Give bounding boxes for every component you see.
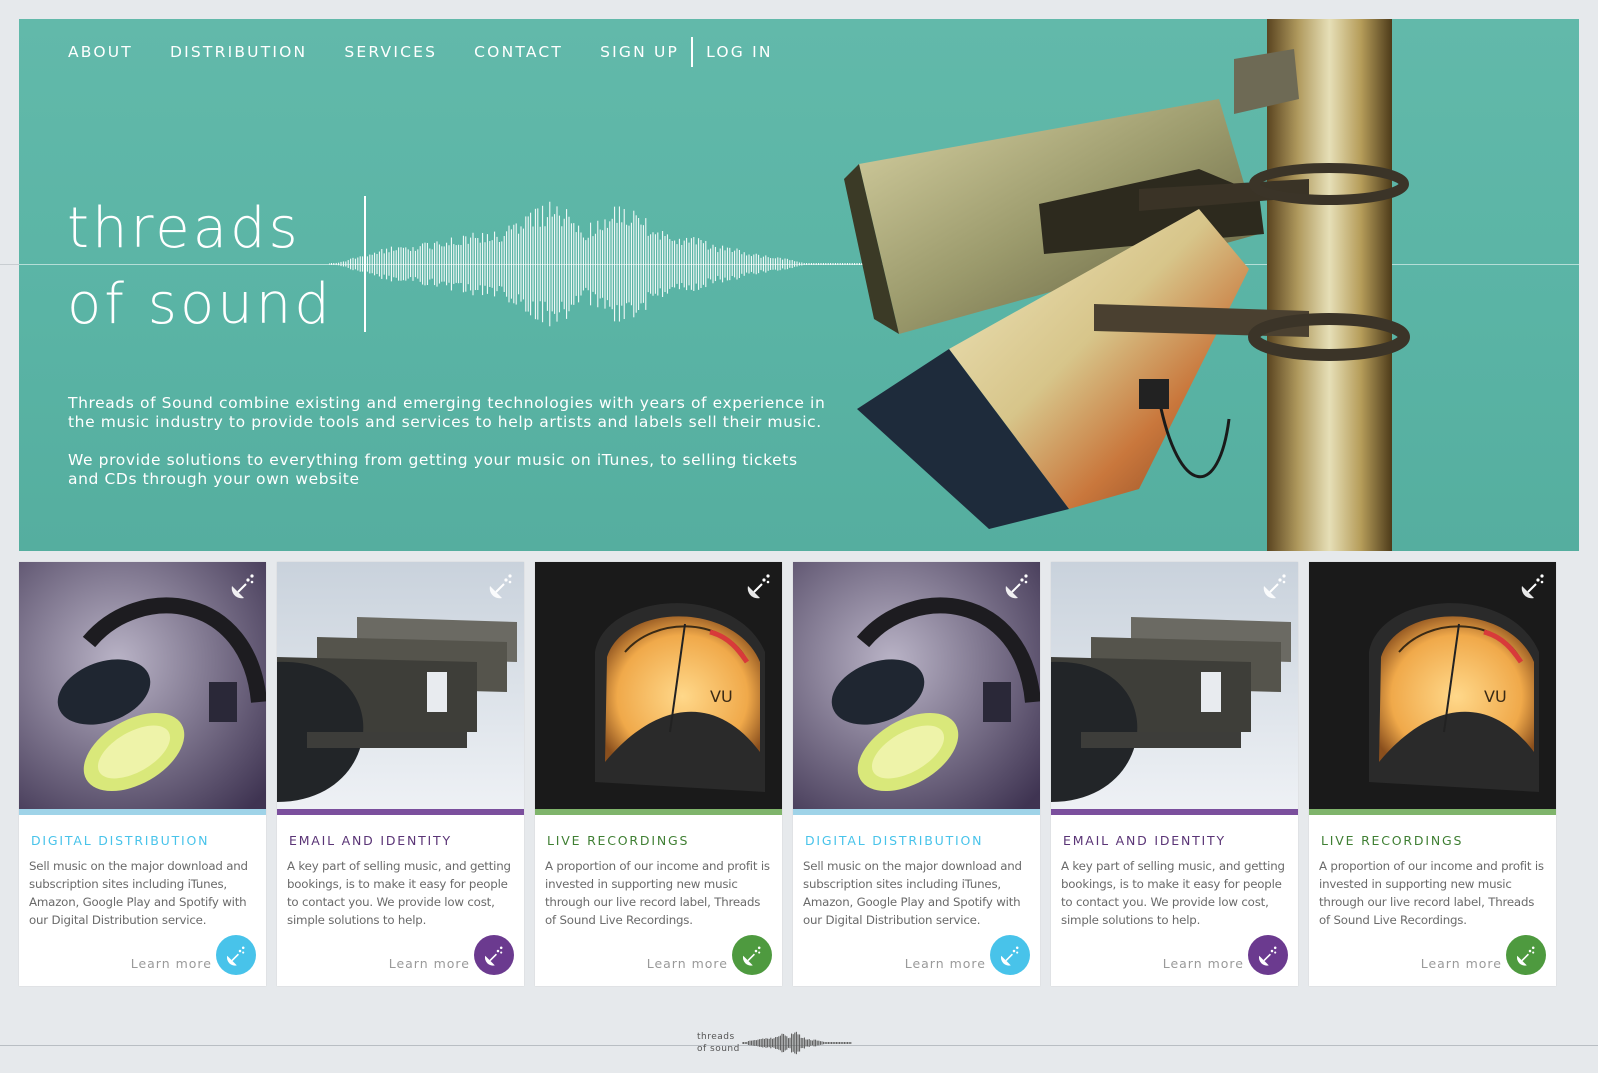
satellite-dish-icon xyxy=(231,574,254,599)
learn-more-button[interactable] xyxy=(1248,935,1288,975)
satellite-dish-icon xyxy=(1000,946,1019,966)
card-title: EMAIL AND IDENTITY xyxy=(289,833,452,848)
card-accent-bar xyxy=(535,809,782,815)
satellite-dish-icon xyxy=(1263,574,1286,599)
card-accent-bar xyxy=(1309,809,1556,815)
nav-contact[interactable]: CONTACT xyxy=(474,43,563,61)
card-description: A proportion of our income and profit is… xyxy=(1319,859,1544,927)
learn-more-button[interactable] xyxy=(216,935,256,975)
service-card: VU LIVE RECORDINGS A proportion of our i… xyxy=(1309,562,1556,986)
footer-logo-line-1: threads xyxy=(697,1032,735,1042)
svg-text:VU: VU xyxy=(710,687,733,706)
card-title: LIVE RECORDINGS xyxy=(547,833,690,848)
hero-intro: Threads of Sound combine existing and em… xyxy=(68,394,828,508)
learn-more-button[interactable] xyxy=(732,935,772,975)
service-card: DIGITAL DISTRIBUTION Sell music on the m… xyxy=(793,562,1040,986)
learn-more-link[interactable]: Learn more xyxy=(1163,956,1244,971)
card-accent-bar xyxy=(19,809,266,815)
card-description: Sell music on the major download and sub… xyxy=(29,859,248,927)
satellite-dish-icon xyxy=(489,574,512,599)
card-accent-bar xyxy=(277,809,524,815)
card-description: A proportion of our income and profit is… xyxy=(545,859,770,927)
svg-text:VU: VU xyxy=(1484,687,1507,706)
learn-more-link[interactable]: Learn more xyxy=(389,956,470,971)
logo-line-2: of sound xyxy=(67,272,333,337)
service-card: EMAIL AND IDENTITY A key part of selling… xyxy=(1051,562,1298,986)
satellite-dish-icon xyxy=(1516,946,1535,966)
nav-separator xyxy=(691,37,694,67)
learn-more-button[interactable] xyxy=(1506,935,1546,975)
satellite-dish-icon xyxy=(484,946,503,966)
card-title: EMAIL AND IDENTITY xyxy=(1063,833,1226,848)
satellite-dish-icon xyxy=(1258,946,1277,966)
card-title: DIGITAL DISTRIBUTION xyxy=(805,833,984,848)
footer-logo[interactable]: threads of sound xyxy=(697,1031,740,1055)
satellite-dish-icon xyxy=(747,574,770,599)
learn-more-link[interactable]: Learn more xyxy=(131,956,212,971)
services-cards: DIGITAL DISTRIBUTION Sell music on the m… xyxy=(19,562,1579,986)
satellite-dish-icon xyxy=(226,946,245,966)
nav-log-in[interactable]: LOG IN xyxy=(706,43,773,61)
page-edge-line xyxy=(0,264,19,265)
footer-logo-line-2: of sound xyxy=(697,1044,740,1054)
hero-paragraph-1: Threads of Sound combine existing and em… xyxy=(68,394,826,431)
nav-sign-up[interactable]: SIGN UP xyxy=(600,43,679,61)
satellite-dish-icon xyxy=(742,946,761,966)
logo-line-1: threads xyxy=(67,196,301,261)
loudspeaker-photo xyxy=(844,19,1410,551)
service-card: EMAIL AND IDENTITY A key part of selling… xyxy=(277,562,524,986)
service-card: DIGITAL DISTRIBUTION Sell music on the m… xyxy=(19,562,266,986)
card-title: LIVE RECORDINGS xyxy=(1321,833,1464,848)
main-nav: ABOUT DISTRIBUTION SERVICES CONTACT SIGN… xyxy=(68,37,810,67)
learn-more-link[interactable]: Learn more xyxy=(1421,956,1502,971)
nav-services[interactable]: SERVICES xyxy=(344,43,437,61)
card-description: A key part of selling music, and getting… xyxy=(1061,859,1285,927)
card-accent-bar xyxy=(1051,809,1298,815)
nav-about[interactable]: ABOUT xyxy=(68,43,133,61)
hero-logo: threads of sound xyxy=(67,191,333,343)
card-title: DIGITAL DISTRIBUTION xyxy=(31,833,210,848)
footer-soundwave-graphic xyxy=(742,1031,852,1055)
learn-more-link[interactable]: Learn more xyxy=(647,956,728,971)
satellite-dish-icon xyxy=(1521,574,1544,599)
hero-banner: ABOUT DISTRIBUTION SERVICES CONTACT SIGN… xyxy=(19,19,1579,551)
card-accent-bar xyxy=(793,809,1040,815)
learn-more-button[interactable] xyxy=(474,935,514,975)
learn-more-link[interactable]: Learn more xyxy=(905,956,986,971)
satellite-dish-icon xyxy=(1005,574,1028,599)
service-card: VU LIVE RECORDINGS A proportion of our i… xyxy=(535,562,782,986)
hero-paragraph-2: We provide solutions to everything from … xyxy=(68,451,798,488)
learn-more-button[interactable] xyxy=(990,935,1030,975)
card-description: Sell music on the major download and sub… xyxy=(803,859,1022,927)
nav-distribution[interactable]: DISTRIBUTION xyxy=(170,43,307,61)
card-description: A key part of selling music, and getting… xyxy=(287,859,511,927)
